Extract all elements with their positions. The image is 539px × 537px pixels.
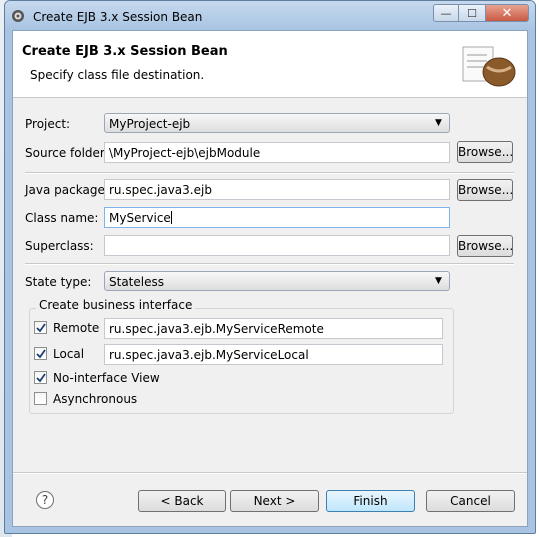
back-button[interactable]: < Back <box>138 490 226 512</box>
class-name-field[interactable]: MyService <box>104 207 450 228</box>
remote-label: Remote <box>53 321 100 335</box>
source-folder-field[interactable]: \MyProject-ejb\ejbModule <box>104 142 450 163</box>
superclass-label: Superclass: <box>25 239 94 253</box>
browse-source-folder-button[interactable]: Browse... <box>457 141 513 163</box>
minimize-icon: — <box>440 6 452 20</box>
browse-java-package-button[interactable]: Browse... <box>457 179 513 201</box>
window-title: Create EJB 3.x Session Bean <box>33 10 203 24</box>
minimize-button[interactable]: — <box>433 4 459 22</box>
finish-button[interactable]: Finish <box>326 490 415 512</box>
local-checkbox[interactable] <box>34 347 47 360</box>
project-dropdown[interactable]: MyProject-ejb ▼ <box>104 113 450 133</box>
footer-separator <box>13 472 527 474</box>
state-type-dropdown[interactable]: Stateless ▼ <box>104 271 450 291</box>
close-button[interactable]: ✕ <box>485 4 529 22</box>
browse-superclass-button[interactable]: Browse... <box>457 235 513 257</box>
maximize-button[interactable]: ☐ <box>459 4 485 22</box>
no-interface-view-label: No-interface View <box>53 371 160 385</box>
asynchronous-label: Asynchronous <box>53 392 138 406</box>
checkmark-icon <box>36 349 46 359</box>
asynchronous-checkbox[interactable] <box>34 392 47 405</box>
wizard-banner: Create EJB 3.x Session Bean Specify clas… <box>13 31 527 98</box>
state-type-value: Stateless <box>109 275 164 289</box>
state-type-label: State type: <box>25 275 92 289</box>
dialog-window: Create EJB 3.x Session Bean — ☐ ✕ Create… <box>4 0 536 534</box>
java-package-field[interactable]: ru.spec.java3.ejb <box>104 179 450 200</box>
superclass-field[interactable] <box>104 235 450 256</box>
separator <box>25 172 514 174</box>
help-icon[interactable]: ? <box>36 491 54 509</box>
cancel-button[interactable]: Cancel <box>426 490 515 512</box>
separator <box>25 263 514 265</box>
remote-interface-field[interactable]: ru.spec.java3.ejb.MyServiceRemote <box>104 318 443 339</box>
next-button[interactable]: Next > <box>230 490 319 512</box>
checkmark-icon <box>36 373 46 383</box>
banner-description: Specify class file destination. <box>30 68 205 82</box>
local-interface-field[interactable]: ru.spec.java3.ejb.MyServiceLocal <box>104 344 443 365</box>
no-interface-view-checkbox[interactable] <box>34 371 47 384</box>
remote-checkbox[interactable] <box>34 321 47 334</box>
title-bar[interactable]: Create EJB 3.x Session Bean — ☐ ✕ <box>5 1 535 29</box>
dialog-content: Create EJB 3.x Session Bean Specify clas… <box>12 30 528 527</box>
coffee-bean-icon <box>462 46 516 87</box>
chevron-down-icon: ▼ <box>435 118 442 128</box>
banner-title: Create EJB 3.x Session Bean <box>22 44 228 59</box>
chevron-down-icon: ▼ <box>435 276 442 286</box>
checkmark-icon <box>36 323 46 333</box>
business-interface-legend: Create business interface <box>36 298 196 312</box>
project-label: Project: <box>25 117 71 131</box>
class-name-value: MyService <box>109 211 171 225</box>
source-folder-label: Source folder: <box>25 146 109 160</box>
project-value: MyProject-ejb <box>109 117 191 131</box>
java-package-label: Java package: <box>25 183 109 197</box>
class-name-label: Class name: <box>25 211 99 225</box>
maximize-icon: ☐ <box>467 6 477 20</box>
local-label: Local <box>53 347 85 361</box>
close-icon: ✕ <box>501 5 513 21</box>
eclipse-app-icon <box>12 10 24 22</box>
text-caret <box>170 211 172 224</box>
